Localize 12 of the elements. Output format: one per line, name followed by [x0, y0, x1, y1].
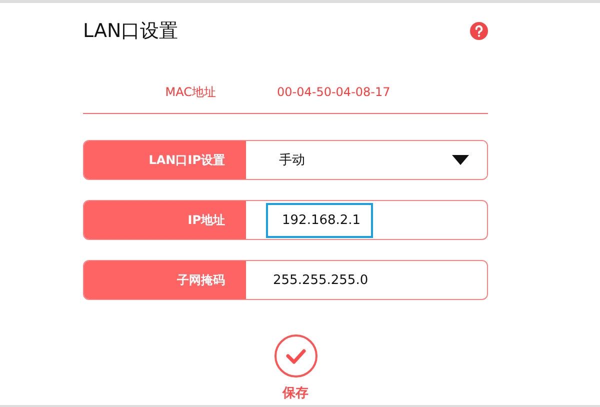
dropdown-value: 手动 — [279, 152, 305, 169]
help-icon[interactable] — [470, 22, 488, 40]
page-title: LAN口设置 — [83, 19, 178, 44]
field-label: IP地址 — [84, 201, 246, 239]
mac-value: 00-04-50-04-08-17 — [277, 85, 390, 99]
mac-label: MAC地址 — [164, 84, 216, 100]
check-icon — [274, 334, 318, 378]
field-label: LAN口IP设置 — [84, 141, 246, 179]
highlighted-input-field[interactable]: 192.168.2.1 — [266, 202, 373, 238]
input-field[interactable]: 255.255.255.0 — [273, 272, 368, 288]
field-label: 子网掩码 — [84, 261, 246, 299]
caret-icon — [452, 155, 469, 165]
